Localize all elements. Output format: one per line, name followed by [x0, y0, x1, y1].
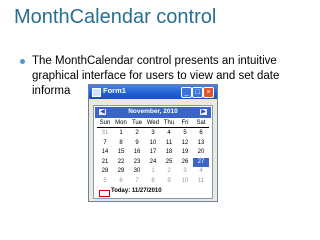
calendar-day[interactable]: 24: [145, 158, 161, 167]
calendar-day[interactable]: 21: [97, 158, 113, 167]
calendar-day[interactable]: 28: [97, 167, 113, 176]
calendar-day[interactable]: 15: [113, 148, 129, 157]
calendar-day[interactable]: 29: [113, 167, 129, 176]
calendar-week-row: 14 15 16 17 18 19 20: [95, 148, 211, 157]
day-of-week-label: Tue: [131, 120, 143, 126]
day-of-week-row: Sun Mon Tue Wed Thu Fri Sat: [95, 119, 211, 127]
calendar-day[interactable]: 1: [145, 167, 161, 176]
calendar-day[interactable]: 25: [161, 158, 177, 167]
month-label: November, 2010: [128, 108, 178, 115]
today-link[interactable]: Today: 11/27/2010: [111, 188, 162, 194]
day-of-week-label: Sun: [99, 120, 111, 126]
close-button[interactable]: ×: [203, 87, 214, 98]
calendar-day[interactable]: 8: [145, 177, 161, 186]
calendar-day[interactable]: 27: [193, 157, 209, 167]
next-month-button[interactable]: ▶: [200, 109, 207, 115]
calendar-day[interactable]: 20: [193, 148, 209, 157]
calendar-day[interactable]: 10: [177, 177, 193, 186]
calendar-day[interactable]: 2: [161, 167, 177, 176]
calendar-day[interactable]: 6: [193, 129, 209, 138]
calendar-day[interactable]: 5: [177, 129, 193, 138]
month-calendar[interactable]: ◀ November, 2010 ▶ Sun Mon Tue Wed Thu Fri Sat…: [93, 105, 213, 199]
calendar-day[interactable]: 7: [129, 177, 145, 186]
calendar-day[interactable]: 18: [161, 148, 177, 157]
day-of-week-label: Sat: [196, 120, 206, 126]
calendar-week-row: 21 22 23 24 25 26 27: [95, 157, 211, 167]
day-of-week-label: Fri: [181, 120, 189, 126]
calendar-week-row: 5 6 7 8 9 10 11: [95, 177, 211, 186]
calendar-day[interactable]: 9: [161, 177, 177, 186]
calendar-day[interactable]: 11: [161, 139, 177, 148]
header-divider: [97, 127, 209, 128]
calendar-day[interactable]: 12: [177, 139, 193, 148]
day-of-week-label: Mon: [115, 120, 127, 126]
bullet-icon: [20, 59, 25, 64]
calendar-day[interactable]: 11: [193, 177, 209, 186]
calendar-day[interactable]: 19: [177, 148, 193, 157]
calendar-day[interactable]: 17: [145, 148, 161, 157]
calendar-day[interactable]: 8: [113, 139, 129, 148]
calendar-week-row: 28 29 30 1 2 3 4: [95, 167, 211, 176]
calendar-day[interactable]: 6: [113, 177, 129, 186]
calendar-day[interactable]: 14: [97, 148, 113, 157]
window-title: Form1: [103, 86, 126, 95]
calendar-week-row: 7 8 9 10 11 12 13: [95, 139, 211, 148]
minimize-button[interactable]: _: [181, 87, 192, 98]
today-marker-icon: [99, 190, 110, 197]
calendar-week-row: 31 1 2 3 4 5 6: [95, 129, 211, 138]
day-of-week-label: Wed: [146, 120, 160, 126]
app-icon: [92, 88, 101, 97]
day-of-week-label: Thu: [163, 120, 175, 126]
calendar-day[interactable]: 3: [177, 167, 193, 176]
calendar-day[interactable]: 10: [145, 139, 161, 148]
calendar-day[interactable]: 26: [177, 158, 193, 167]
calendar-day[interactable]: 5: [97, 177, 113, 186]
calendar-day[interactable]: 2: [129, 129, 145, 138]
calendar-day[interactable]: 1: [113, 129, 129, 138]
calendar-day[interactable]: 30: [129, 167, 145, 176]
calendar-day[interactable]: 13: [193, 139, 209, 148]
window-titlebar[interactable]: Form1 _ □ ×: [89, 85, 217, 99]
calendar-day[interactable]: 3: [145, 129, 161, 138]
slide-title: MonthCalendar control: [14, 6, 217, 28]
calendar-day[interactable]: 4: [161, 129, 177, 138]
calendar-day[interactable]: 7: [97, 139, 113, 148]
maximize-button[interactable]: □: [192, 87, 203, 98]
calendar-day[interactable]: 22: [113, 158, 129, 167]
calendar-day[interactable]: 31: [97, 129, 113, 138]
calendar-day[interactable]: 9: [129, 139, 145, 148]
calendar-header: ◀ November, 2010 ▶: [95, 107, 211, 118]
calendar-day[interactable]: 4: [193, 167, 209, 176]
calendar-day[interactable]: 23: [129, 158, 145, 167]
calendar-day[interactable]: 16: [129, 148, 145, 157]
form-window: Form1 _ □ × ◀ November, 2010 ▶ Sun Mon Tue…: [88, 84, 218, 202]
